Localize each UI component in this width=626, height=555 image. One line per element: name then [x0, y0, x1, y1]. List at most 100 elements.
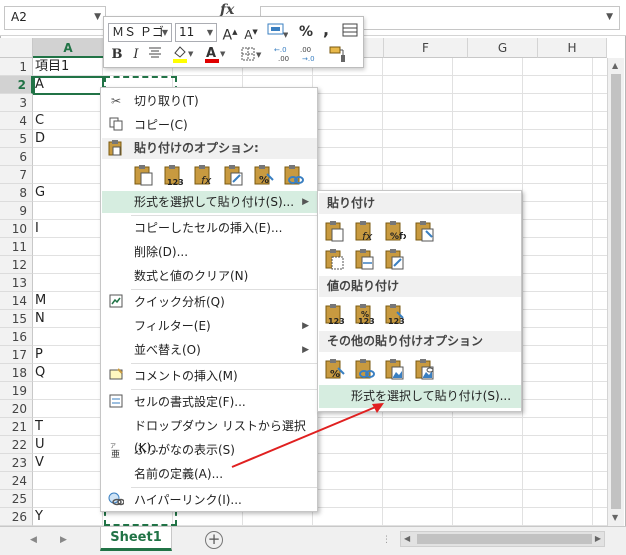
menu-item-delete[interactable]: 削除(D)... [102, 241, 317, 263]
menu-item-paste-special[interactable]: 形式を選択して貼り付け(S)... ▶ [102, 191, 317, 213]
row-header[interactable]: 25 [0, 490, 33, 508]
menu-item-phonetic[interactable]: ア亜 ふりがなの表示(S) [102, 439, 317, 461]
menu-item-cut[interactable]: ✂ 切り取り(T) [102, 90, 317, 112]
vertical-scroll-thumb[interactable] [611, 74, 621, 509]
row-header[interactable]: 13 [0, 274, 33, 292]
menu-item-dropdown-list[interactable]: ドロップダウン リストから選択(K)... [102, 415, 317, 455]
menu-item-define-name[interactable]: 名前の定義(A)... [102, 463, 317, 485]
center-align-icon[interactable] [146, 45, 164, 65]
cell-a18[interactable]: Q [35, 364, 45, 382]
row-header[interactable]: 16 [0, 328, 33, 346]
row-header[interactable]: 14 [0, 292, 33, 310]
cell-a23[interactable]: V [35, 454, 44, 472]
chevron-down-icon[interactable]: ▼ [94, 12, 101, 22]
cell-a4[interactable]: C [35, 112, 44, 130]
row-header[interactable]: 8 [0, 184, 33, 202]
paste-values-source-format-icon[interactable]: 123 [384, 303, 406, 325]
paste-picture-icon[interactable] [384, 358, 406, 380]
row-header[interactable]: 12 [0, 256, 33, 274]
scroll-down-icon[interactable]: ▼ [612, 513, 618, 522]
select-all-corner[interactable] [0, 38, 33, 58]
paste-formulas-icon[interactable]: fx [354, 220, 376, 242]
cell-a26[interactable]: Y [35, 508, 43, 526]
menu-item-filter[interactable]: フィルター(E) ▶ [102, 315, 317, 337]
column-header-h[interactable]: H [538, 38, 607, 58]
borders-icon[interactable]: ▼ [238, 44, 264, 64]
cell-a21[interactable]: T [35, 418, 43, 436]
add-sheet-icon[interactable]: + [205, 531, 223, 549]
menu-item-sort[interactable]: 並べ替え(O) ▶ [102, 339, 317, 361]
vertical-scrollbar[interactable]: ▲ ▼ [607, 58, 624, 526]
column-header-g[interactable]: G [468, 38, 538, 58]
cell-a8[interactable]: G [35, 184, 45, 202]
cell-a1[interactable]: 項目1 [35, 58, 69, 76]
row-header[interactable]: 11 [0, 238, 33, 256]
fill-color-icon[interactable]: ▼ [170, 44, 196, 64]
chevron-down-icon[interactable]: ▼ [162, 24, 168, 41]
scroll-up-icon[interactable]: ▲ [612, 61, 618, 70]
menu-item-clear[interactable]: 数式と値のクリア(N) [102, 265, 317, 287]
decrease-decimal-icon[interactable]: .00 →.0 [300, 44, 322, 64]
font-size-box[interactable]: 11 ▼ [175, 23, 217, 42]
column-header-f[interactable]: F [384, 38, 468, 58]
row-header[interactable]: 15 [0, 310, 33, 328]
cell-a14[interactable]: M [35, 292, 46, 310]
sheet-tab-sheet1[interactable]: Sheet1 [100, 527, 172, 551]
cell-a10[interactable]: I [35, 220, 39, 238]
row-header[interactable]: 19 [0, 382, 33, 400]
horizontal-scroll-thumb[interactable] [417, 534, 592, 544]
row-header[interactable]: 2 [0, 76, 33, 94]
increase-decimal-icon[interactable]: ←.0.00 [274, 44, 296, 64]
format-painter-icon[interactable] [326, 44, 348, 64]
row-header[interactable]: 18 [0, 364, 33, 382]
font-name-box[interactable]: ＭＳ Ｐゴ ▼ [108, 23, 172, 42]
font-color-icon[interactable]: A ▼ [202, 44, 228, 64]
cell-a15[interactable]: N [35, 310, 45, 328]
format-cells-icon[interactable] [340, 22, 360, 42]
row-header[interactable]: 21 [0, 418, 33, 436]
paste-values-icon[interactable]: 123 [163, 164, 185, 186]
menu-item-copy[interactable]: コピー(C) [102, 114, 317, 136]
name-box[interactable]: A2 ▼ [4, 6, 106, 30]
scroll-left-icon[interactable]: ◀ [404, 534, 410, 543]
cell-a17[interactable]: P [35, 346, 43, 364]
bold-button[interactable]: B [108, 45, 126, 65]
paste-linked-picture-icon[interactable] [414, 358, 436, 380]
paste-formulas-number-format-icon[interactable]: %fx [384, 220, 406, 242]
row-header[interactable]: 24 [0, 472, 33, 490]
chevron-down-icon[interactable]: ▼ [606, 12, 613, 22]
row-header[interactable]: 7 [0, 166, 33, 184]
paste-formatting-icon[interactable]: % [324, 358, 346, 380]
paste-link-icon[interactable] [354, 358, 376, 380]
cell-a22[interactable]: U [35, 436, 45, 454]
row-header[interactable]: 4 [0, 112, 33, 130]
comma-style-button[interactable]: , [319, 20, 333, 40]
tab-splitter-icon[interactable]: ⋮ [382, 535, 391, 545]
row-header[interactable]: 10 [0, 220, 33, 238]
row-header[interactable]: 3 [0, 94, 33, 112]
row-header[interactable]: 9 [0, 202, 33, 220]
tab-prev-icon[interactable]: ◀ [30, 535, 37, 545]
menu-item-format-cells[interactable]: セルの書式設定(F)... [102, 391, 317, 413]
paste-values-number-format-icon[interactable]: %123 [354, 303, 376, 325]
paste-icon[interactable] [133, 164, 155, 186]
paste-link-icon[interactable] [283, 164, 305, 186]
increase-font-icon[interactable]: A▲ [221, 22, 239, 44]
italic-button[interactable]: I [128, 45, 144, 65]
menu-item-insert-copied[interactable]: コピーしたセルの挿入(E)... [102, 217, 317, 239]
row-header[interactable]: 23 [0, 454, 33, 472]
accounting-format-icon[interactable]: ▼ [264, 21, 290, 41]
paste-keep-source-format-icon[interactable] [414, 220, 436, 242]
paste-transpose-icon[interactable] [384, 248, 406, 270]
paste-formatting-icon[interactable]: % [253, 164, 275, 186]
tab-next-icon[interactable]: ▶ [60, 535, 67, 545]
cell-a5[interactable]: D [35, 130, 45, 148]
scroll-right-icon[interactable]: ▶ [595, 534, 601, 543]
menu-item-hyperlink[interactable]: ハイパーリンク(I)... [102, 489, 317, 511]
row-header[interactable]: 22 [0, 436, 33, 454]
paste-icon[interactable] [324, 220, 346, 242]
horizontal-scrollbar[interactable]: ◀ ▶ [400, 531, 605, 547]
row-header[interactable]: 5 [0, 130, 33, 148]
menu-item-insert-comment[interactable]: コメントの挿入(M) [102, 365, 317, 387]
row-header[interactable]: 1 [0, 58, 33, 76]
